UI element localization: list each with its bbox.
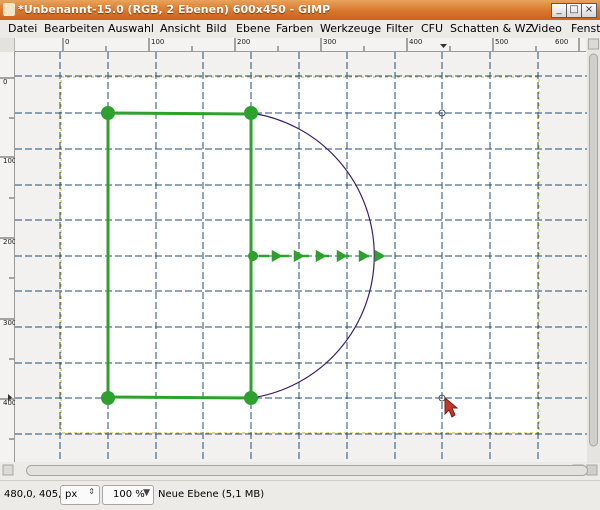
ruler-label: 400 (409, 38, 423, 46)
ruler-label: 300 (323, 38, 337, 46)
title-bar[interactable]: *Unbenannt-15.0 (RGB, 2 Ebenen) 600x450 … (0, 0, 600, 21)
unit-value: px (65, 489, 78, 500)
menu-datei[interactable]: Datei (8, 22, 37, 35)
ruler-label: 100 (151, 38, 165, 46)
horizontal-scroll-thumb[interactable] (26, 465, 588, 476)
close-button[interactable]: × (581, 3, 597, 18)
menu-auswahl[interactable]: Auswahl (108, 22, 154, 35)
menu-farben[interactable]: Farben (276, 22, 313, 35)
status-message: Neue Ebene (5,1 MB) (158, 489, 265, 500)
app-icon[interactable] (3, 3, 15, 16)
menu-ansicht[interactable]: Ansicht (160, 22, 201, 35)
menu-filter[interactable]: Filter (386, 22, 413, 35)
horizontal-ruler[interactable]: 0 100 200 300 400 500 600 (15, 38, 586, 52)
menu-video[interactable]: Video (531, 22, 562, 35)
zoom-value: 100 % (113, 489, 145, 500)
menu-ebene[interactable]: Ebene (236, 22, 270, 35)
menu-cfu[interactable]: CFU (421, 22, 443, 35)
chevron-down-icon: ▼ (143, 488, 150, 498)
zoom-selector[interactable]: 100 % ▼ (102, 485, 154, 505)
menu-bearbeiten[interactable]: Bearbeiten (44, 22, 104, 35)
vertical-scrollbar[interactable] (587, 38, 600, 463)
menu-schatten-wz[interactable]: Schatten & WZ (450, 22, 533, 35)
pointer-coordinates: 480,0, 405,0 (4, 489, 68, 500)
ruler-label: 500 (495, 38, 509, 46)
unit-selector[interactable]: px ⇕ (60, 485, 100, 505)
quickmask-toggle[interactable] (0, 38, 15, 53)
menu-werkzeuge[interactable]: Werkzeuge (320, 22, 381, 35)
menu-bar: Datei Bearbeiten Auswahl Ansicht Bild Eb… (0, 20, 600, 38)
image-canvas[interactable] (15, 52, 587, 462)
chevron-updown-icon: ⇕ (88, 487, 95, 496)
status-bar: 480,0, 405,0 px ⇕ 100 % ▼ Neue Ebene (5,… (0, 480, 600, 510)
horizontal-scrollbar[interactable] (0, 463, 600, 477)
maximize-button[interactable]: □ (566, 3, 582, 18)
ruler-label: 200 (237, 38, 251, 46)
vertical-ruler[interactable]: 0 100 200 300 400 (0, 52, 16, 462)
menu-bild[interactable]: Bild (206, 22, 227, 35)
ruler-label: 0 (65, 38, 70, 46)
ruler-label: 600 (555, 38, 569, 46)
menu-fenster[interactable]: Fenst (571, 22, 600, 35)
minimize-button[interactable]: _ (551, 3, 567, 18)
ruler-label: 0 (3, 78, 8, 86)
gimp-window: *Unbenannt-15.0 (RGB, 2 Ebenen) 600x450 … (0, 0, 600, 510)
window-title: *Unbenannt-15.0 (RGB, 2 Ebenen) 600x450 … (18, 3, 331, 16)
